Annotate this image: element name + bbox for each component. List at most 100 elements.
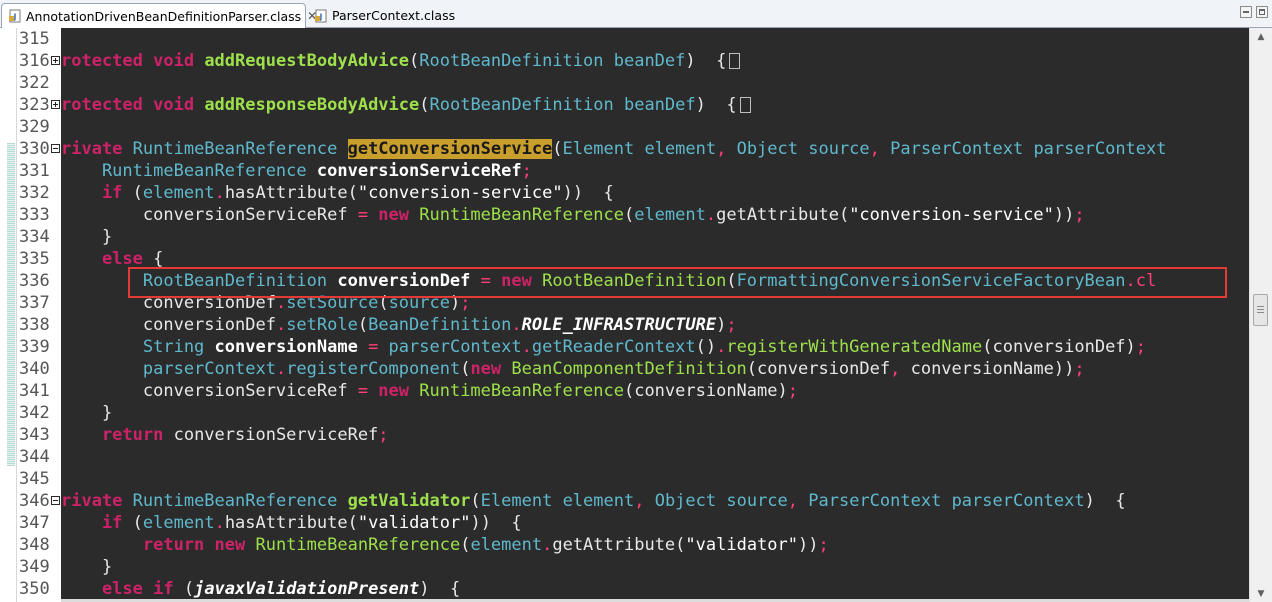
line-number: 343 — [17, 424, 61, 446]
code-line[interactable]: rivate RuntimeBeanReference getValidator… — [61, 490, 1126, 512]
code-area[interactable]: rotected void addRequestBodyAdvice(RootB… — [61, 28, 1249, 602]
code-line[interactable]: } — [61, 226, 112, 248]
code-token: ( — [552, 139, 563, 159]
code-line[interactable]: if (element.hasAttribute("validator")) { — [61, 512, 522, 534]
line-number-text: 333 — [19, 205, 50, 225]
code-line[interactable]: conversionDef.setSource(source); — [61, 292, 471, 314]
code-token: ; — [1074, 359, 1085, 379]
code-token: conversionName — [634, 381, 778, 401]
code-token: ( — [132, 513, 143, 533]
vertical-scrollbar[interactable]: ▲ ▼ — [1249, 28, 1272, 602]
code-line[interactable]: conversionServiceRef = new RuntimeBeanRe… — [61, 380, 798, 402]
code-line[interactable]: rivate RuntimeBeanReference getConversio… — [61, 138, 1167, 160]
line-number-text: 347 — [19, 513, 50, 533]
code-token: conversionDef — [61, 293, 276, 313]
line-number-text: 337 — [19, 293, 50, 313]
code-token: . — [705, 205, 717, 225]
line-number: 316 — [17, 50, 61, 72]
class-file-icon: J — [8, 9, 22, 23]
code-token: , — [787, 491, 809, 511]
code-token: registerComponent — [286, 359, 461, 379]
code-line[interactable]: if (element.hasAttribute("conversion-ser… — [61, 182, 614, 204]
code-token: . — [275, 315, 287, 335]
code-line[interactable]: RootBeanDefinition conversionDef = new R… — [61, 270, 1156, 292]
code-token: () — [695, 337, 717, 357]
code-token: ) — [777, 381, 788, 401]
code-token: . — [214, 183, 225, 203]
line-number: 334 — [17, 226, 61, 248]
code-line[interactable]: String conversionName = parserContext.ge… — [61, 336, 1146, 358]
code-token: RuntimeBeanReference — [132, 139, 348, 159]
line-number-text: 346 — [19, 491, 50, 511]
code-line[interactable]: return conversionServiceRef; — [61, 424, 389, 446]
code-token: setSource — [286, 293, 379, 313]
scroll-down-icon[interactable]: ▼ — [1250, 585, 1272, 602]
code-token: source — [726, 491, 788, 511]
code-line[interactable]: conversionServiceRef = new RuntimeBeanRe… — [61, 204, 1085, 226]
code-line[interactable]: conversionDef.setRole(BeanDefinition.ROL… — [61, 314, 737, 336]
code-token: addResponseBodyAdvice — [204, 95, 420, 115]
code-token: ; — [460, 293, 471, 313]
line-number-text: 332 — [19, 183, 50, 203]
code-token: ( — [726, 271, 737, 291]
code-token: element — [142, 183, 215, 203]
code-line[interactable]: parserContext.registerComponent(new Bean… — [61, 358, 1085, 380]
code-token: getConversionService — [347, 139, 553, 159]
code-token: ; — [521, 161, 532, 181]
code-token: )) — [1053, 205, 1075, 225]
line-number-text: 338 — [19, 315, 50, 335]
scrollbar-thumb[interactable] — [1253, 294, 1268, 326]
collapse-fold-icon[interactable] — [51, 496, 60, 505]
code-token: ) { — [685, 51, 727, 71]
code-token: getReaderContext — [531, 337, 696, 357]
code-line[interactable]: RuntimeBeanReference conversionServiceRe… — [61, 160, 532, 182]
code-token: source — [388, 293, 450, 313]
code-token: element — [634, 205, 706, 225]
tab-annotation-driven-parser[interactable]: J AnnotationDrivenBeanDefinitionParser.c… — [1, 3, 317, 28]
code-token: registerWithGeneratedName — [726, 337, 983, 357]
code-token: if — [61, 183, 133, 203]
code-token: element — [470, 535, 543, 555]
code-line[interactable]: rotected void addResponseBodyAdvice(Root… — [61, 94, 751, 116]
line-number: 323 — [17, 94, 61, 116]
tab-parser-context[interactable]: J ParserContext.class — [308, 3, 458, 28]
maximize-icon[interactable] — [1256, 6, 1268, 18]
code-token: ) { — [419, 579, 461, 599]
code-token: ) — [1125, 337, 1136, 357]
code-token: conversionDef — [992, 337, 1126, 357]
code-editor[interactable]: 315 316 322 323 329 330 331 332 333 334 335 336 337 3… — [0, 28, 1272, 602]
folded-code-icon[interactable] — [729, 53, 741, 69]
code-line[interactable]: return new RuntimeBeanReference(element.… — [61, 534, 829, 556]
code-token: ParserContext — [808, 491, 952, 511]
line-number-text: 334 — [19, 227, 50, 247]
code-token: ( — [623, 381, 635, 401]
collapse-fold-icon[interactable] — [51, 144, 60, 153]
code-token: ( — [183, 579, 195, 599]
code-token: rotected — [61, 95, 154, 115]
code-token: RuntimeBeanReference — [419, 205, 624, 225]
code-token: RootBeanDefinition — [419, 51, 614, 71]
code-line[interactable]: } — [61, 402, 112, 424]
line-number-text: 350 — [19, 579, 50, 599]
code-token: = — [357, 381, 379, 401]
folded-code-icon[interactable] — [739, 97, 751, 113]
code-token: ; — [378, 425, 389, 445]
minimize-icon[interactable] — [1240, 6, 1252, 18]
scroll-up-icon[interactable]: ▲ — [1250, 28, 1272, 45]
code-line[interactable]: else if (javaxValidationPresent) { — [61, 578, 460, 600]
expand-fold-icon[interactable] — [51, 100, 60, 109]
code-token: )) — [798, 535, 819, 555]
line-number: 346 — [17, 490, 61, 512]
code-token: = — [357, 205, 379, 225]
code-line[interactable]: else { — [61, 248, 163, 270]
code-token: conversionName — [910, 359, 1054, 379]
code-line[interactable]: rotected void addRequestBodyAdvice(RootB… — [61, 50, 741, 72]
expand-fold-icon[interactable] — [51, 56, 60, 65]
code-token: else if — [61, 579, 184, 599]
code-line[interactable]: } — [61, 556, 112, 578]
tab-label: ParserContext.class — [332, 8, 456, 23]
line-number: 330 — [17, 138, 61, 160]
code-token: . — [214, 513, 225, 533]
code-token: . — [275, 293, 287, 313]
line-number: 333 — [17, 204, 61, 226]
